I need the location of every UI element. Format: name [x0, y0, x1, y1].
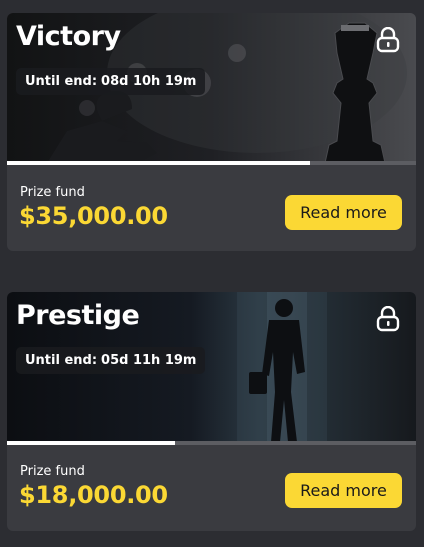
lock-icon[interactable]: [376, 27, 400, 53]
countdown-timer: Until end: 05d 11h 19m: [16, 347, 206, 374]
timer-prefix: Until end:: [25, 74, 98, 89]
read-more-button[interactable]: Read more: [285, 473, 402, 508]
timer-value: 05d 11h 19m: [101, 353, 197, 368]
tournament-title: Victory: [16, 21, 121, 52]
tournament-title: Prestige: [16, 300, 140, 331]
timer-value: 08d 10h 19m: [101, 74, 197, 89]
tournament-card-victory[interactable]: Victory Until end: 08d 10h 19m Prize fun…: [7, 13, 416, 251]
prize-fund-amount: $18,000.00: [19, 481, 168, 509]
prize-fund-amount: $35,000.00: [19, 202, 168, 230]
timer-prefix: Until end:: [25, 353, 98, 368]
prize-fund-label: Prize fund: [20, 464, 85, 479]
lock-icon[interactable]: [376, 306, 400, 332]
card-banner: Prestige Until end: 05d 11h 19m: [7, 292, 416, 445]
read-more-button[interactable]: Read more: [285, 195, 402, 230]
tournament-card-prestige[interactable]: Prestige Until end: 05d 11h 19m Prize fu…: [7, 292, 416, 531]
progress-bar: [7, 441, 416, 445]
prize-fund-label: Prize fund: [20, 185, 85, 200]
card-banner: Victory Until end: 08d 10h 19m: [7, 13, 416, 165]
progress-fill: [7, 441, 175, 445]
progress-fill: [7, 161, 310, 165]
progress-bar: [7, 161, 416, 165]
countdown-timer: Until end: 08d 10h 19m: [16, 68, 206, 95]
